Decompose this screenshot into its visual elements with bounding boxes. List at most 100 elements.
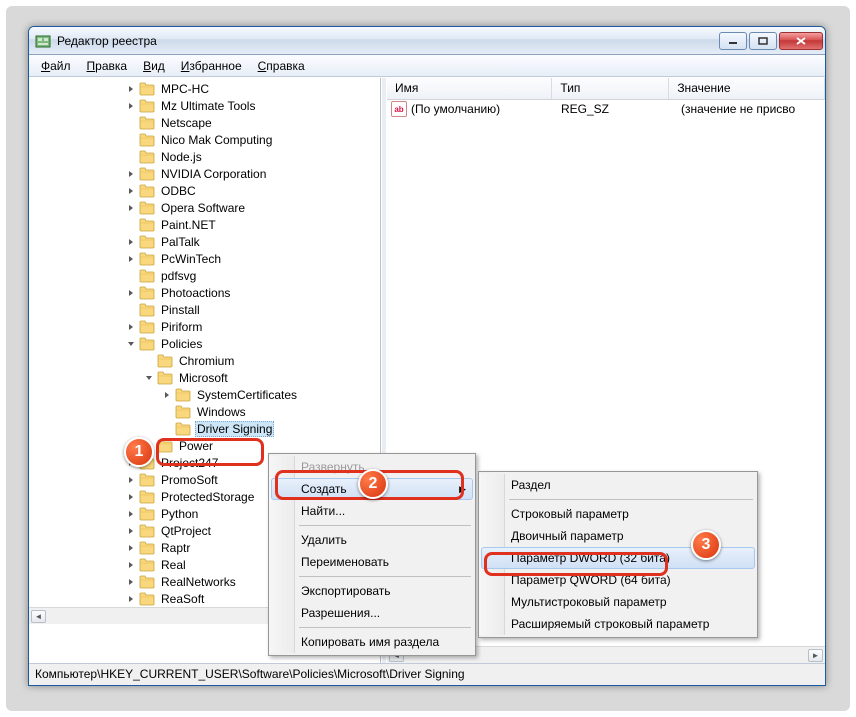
expander-icon[interactable] — [125, 474, 137, 486]
titlebar[interactable]: Редактор реестра — [29, 27, 825, 55]
menu-item[interactable]: Расширяемый строковый параметр — [481, 613, 755, 635]
tree-item[interactable]: Paint.NET — [29, 216, 380, 233]
expander-icon[interactable] — [125, 202, 137, 214]
expander-icon[interactable] — [161, 389, 173, 401]
annotation-badge: 3 — [691, 530, 721, 560]
window-title: Редактор реестра — [57, 34, 719, 48]
tree-item[interactable]: Mz Ultimate Tools — [29, 97, 380, 114]
expander-icon[interactable] — [125, 508, 137, 520]
tree-item[interactable]: Photoactions — [29, 284, 380, 301]
expander-icon[interactable] — [125, 236, 137, 248]
tree-item-label: PcWinTech — [159, 252, 223, 266]
tree-item-label: QtProject — [159, 524, 213, 538]
tree-item-label: Microsoft — [177, 371, 230, 385]
menu-item[interactable]: Копировать имя раздела — [271, 631, 473, 653]
tree-item-label: Mz Ultimate Tools — [159, 99, 257, 113]
tree-item[interactable]: MPC-HC — [29, 80, 380, 97]
tree-item-label: Raptr — [159, 541, 192, 555]
tree-item-label: Windows — [195, 405, 248, 419]
tree-item-label: ProtectedStorage — [159, 490, 256, 504]
menu-item[interactable]: Переименовать — [271, 551, 473, 573]
annotation-badge: 2 — [358, 469, 388, 499]
tree-item-label: Power — [177, 439, 215, 453]
menu-item[interactable]: Мультистроковый параметр — [481, 591, 755, 613]
tree-item[interactable]: Pinstall — [29, 301, 380, 318]
minimize-button[interactable] — [719, 32, 747, 50]
expander-icon[interactable] — [125, 542, 137, 554]
submenu-arrow-icon: ▶ — [459, 484, 466, 495]
tree-item[interactable]: Driver Signing — [29, 420, 380, 437]
tree-item[interactable]: Netscape — [29, 114, 380, 131]
tree-item-label: Node.js — [159, 150, 204, 164]
expander-icon[interactable] — [125, 576, 137, 588]
expander-icon[interactable] — [125, 593, 137, 605]
tree-item-label: MPC-HC — [159, 82, 211, 96]
menu-item[interactable]: Параметр QWORD (64 бита) — [481, 569, 755, 591]
expander-icon[interactable] — [125, 559, 137, 571]
string-value-icon: ab — [391, 101, 407, 117]
expander-icon[interactable] — [125, 525, 137, 537]
tree-item-label: ReaSoft — [159, 592, 206, 606]
expander-icon[interactable] — [125, 491, 137, 503]
menu-item[interactable]: Разрешения... — [271, 602, 473, 624]
tree-item-label: Policies — [159, 337, 204, 351]
tree-item[interactable]: Opera Software — [29, 199, 380, 216]
tree-item[interactable]: Policies — [29, 335, 380, 352]
menu-view[interactable]: Вид — [135, 57, 173, 75]
tree-item[interactable]: Windows — [29, 403, 380, 420]
expander-icon[interactable] — [125, 168, 137, 180]
expander-icon[interactable] — [125, 83, 137, 95]
expander-icon[interactable] — [125, 185, 137, 197]
expander-icon[interactable] — [125, 100, 137, 112]
expander-icon[interactable] — [143, 372, 155, 384]
tree-item-label: PalTalk — [159, 235, 202, 249]
expander-icon[interactable] — [125, 321, 137, 333]
tree-item-label: Paint.NET — [159, 218, 218, 232]
tree-item[interactable]: NVIDIA Corporation — [29, 165, 380, 182]
tree-item[interactable]: Nico Mak Computing — [29, 131, 380, 148]
tree-item-label: ODBC — [159, 184, 198, 198]
value-name: (По умолчанию) — [411, 102, 500, 116]
tree-item[interactable]: Microsoft — [29, 369, 380, 386]
value-type: REG_SZ — [561, 102, 681, 116]
menu-file[interactable]: Файл — [33, 57, 79, 75]
col-name[interactable]: Имя — [387, 78, 552, 99]
tree-item-label: Real — [159, 558, 188, 572]
regedit-icon — [35, 33, 51, 49]
menu-item[interactable]: Удалить — [271, 529, 473, 551]
tree-item-label: Opera Software — [159, 201, 247, 215]
tree-item-label: Nico Mak Computing — [159, 133, 274, 147]
tree-item-label: Python — [159, 507, 200, 521]
tree-item-label: Project247 — [159, 456, 220, 470]
expander-icon[interactable] — [125, 253, 137, 265]
values-header[interactable]: Имя Тип Значение — [387, 78, 825, 100]
expander-icon[interactable] — [125, 287, 137, 299]
tree-item-label: pdfsvg — [159, 269, 198, 283]
tree-item[interactable]: Node.js — [29, 148, 380, 165]
tree-item[interactable]: PcWinTech — [29, 250, 380, 267]
tree-item[interactable]: PalTalk — [29, 233, 380, 250]
menu-item[interactable]: Экспортировать — [271, 580, 473, 602]
menu-item[interactable]: Строковый параметр — [481, 503, 755, 525]
tree-item[interactable]: Power — [29, 437, 380, 454]
menu-favorites[interactable]: Избранное — [173, 57, 250, 75]
tree-item-label: Netscape — [159, 116, 214, 130]
expander-icon[interactable] — [125, 338, 137, 350]
menu-edit[interactable]: Правка — [79, 57, 136, 75]
menu-item[interactable]: Раздел — [481, 474, 755, 496]
tree-item[interactable]: pdfsvg — [29, 267, 380, 284]
menu-help[interactable]: Справка — [250, 57, 313, 75]
col-type[interactable]: Тип — [552, 78, 669, 99]
tree-item[interactable]: SystemCertificates — [29, 386, 380, 403]
close-button[interactable] — [779, 32, 823, 50]
col-value[interactable]: Значение — [669, 78, 825, 99]
tree-item[interactable]: ODBC — [29, 182, 380, 199]
tree-item[interactable]: Chromium — [29, 352, 380, 369]
maximize-button[interactable] — [749, 32, 777, 50]
tree-item[interactable]: Piriform — [29, 318, 380, 335]
value-data: (значение не присво — [681, 102, 795, 116]
menu-item[interactable]: Найти... — [271, 500, 473, 522]
value-row[interactable]: ab (По умолчанию) REG_SZ(значение не присв… — [387, 100, 825, 118]
statusbar: Компьютер\HKEY_CURRENT_USER\Software\Pol… — [29, 663, 825, 685]
tree-item-label: Piriform — [159, 320, 204, 334]
